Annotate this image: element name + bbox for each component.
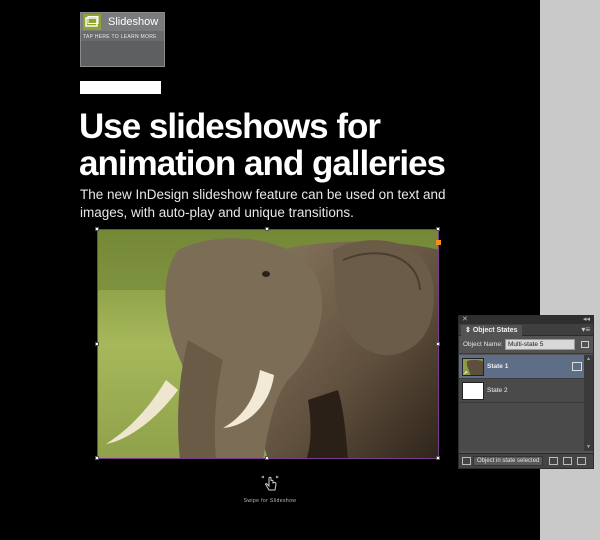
object-states-panel[interactable]: ✕ ◂◂ ⇕ Object States ▾≡ Object Name: Sta… <box>458 315 594 469</box>
state-thumbnail <box>462 382 484 400</box>
frame-handle-mr[interactable] <box>436 342 440 346</box>
state-thumbnail <box>462 358 484 376</box>
slideshow-icon <box>83 14 101 30</box>
object-name-label: Object Name: <box>463 341 503 348</box>
slideshow-badge[interactable]: Slideshow TAP HERE TO LEARN MORE <box>80 12 165 67</box>
frame-anchor-marker[interactable] <box>436 240 441 245</box>
panel-tab-bar: ⇕ Object States ▾≡ <box>459 324 593 336</box>
convert-icon[interactable] <box>581 341 589 348</box>
states-scrollbar[interactable]: ▲ ▼ <box>584 355 593 451</box>
frame-handle-bl[interactable] <box>95 456 99 460</box>
frame-handle-ml[interactable] <box>95 342 99 346</box>
white-rule <box>80 81 161 94</box>
new-state-icon[interactable] <box>563 457 572 465</box>
scroll-up-icon[interactable]: ▲ <box>586 356 591 362</box>
frame-handle-tc[interactable] <box>265 227 269 231</box>
page-title: Use slideshows for animation and galleri… <box>79 108 509 182</box>
frame-handle-br[interactable] <box>436 456 440 460</box>
states-list: State 1 State 2 <box>459 355 585 451</box>
intro-line-1: The new InDesign slideshow feature can b… <box>80 187 446 202</box>
title-line-2: animation and galleries <box>79 144 446 183</box>
tab-object-states[interactable]: ⇕ Object States <box>461 325 522 336</box>
badge-title: Slideshow <box>108 16 159 28</box>
tab-label: Object States <box>472 327 518 334</box>
collapse-icon[interactable]: ◂◂ <box>583 315 590 323</box>
close-icon[interactable]: ✕ <box>462 315 468 323</box>
badge-footer <box>81 41 164 66</box>
swipe-label: Swipe for Slideshow <box>243 498 297 504</box>
panel-title-strip[interactable]: ✕ ◂◂ <box>459 316 593 324</box>
frame-handle-tl[interactable] <box>95 227 99 231</box>
object-name-row: Object Name: <box>459 336 593 354</box>
intro-paragraph: The new InDesign slideshow feature can b… <box>80 186 500 222</box>
state-row-1[interactable]: State 1 <box>459 355 585 379</box>
swipe-hint: Swipe for Slideshow <box>230 472 310 504</box>
badge-subtitle: TAP HERE TO LEARN MORE <box>83 34 157 40</box>
frame-handle-tr[interactable] <box>436 227 440 231</box>
state-name: State 1 <box>487 363 509 370</box>
slideshow-image-frame[interactable] <box>97 229 439 459</box>
state-row-2[interactable]: State 2 <box>459 379 585 403</box>
preview-icon[interactable] <box>462 457 471 465</box>
badge-header: Slideshow <box>81 13 164 31</box>
add-state-icon[interactable] <box>549 457 558 465</box>
object-name-field[interactable] <box>505 339 575 350</box>
intro-line-2: images, with auto-play and unique transi… <box>80 205 354 220</box>
elephant-photo <box>98 230 438 458</box>
state-name: State 2 <box>487 387 508 394</box>
state-action-dropdown[interactable]: Object in state selected <box>473 456 544 466</box>
panel-footer: Object in state selected <box>459 453 593 468</box>
scroll-down-icon[interactable]: ▼ <box>586 444 591 450</box>
title-line-1: Use slideshows for <box>79 107 381 146</box>
touch-swipe-icon <box>261 475 279 491</box>
trash-icon[interactable] <box>577 457 586 465</box>
state-appearance-icon[interactable] <box>572 362 582 371</box>
frame-handle-bc[interactable] <box>265 456 269 460</box>
panel-menu-icon[interactable]: ▾≡ <box>581 324 590 336</box>
